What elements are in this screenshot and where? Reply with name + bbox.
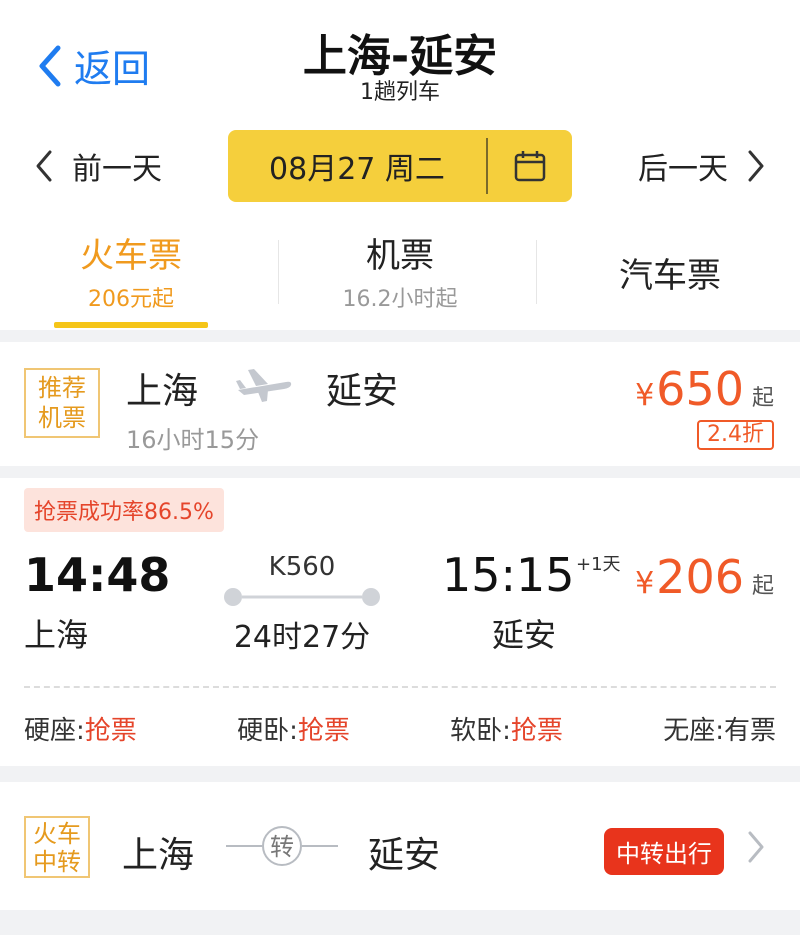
airplane-icon [236,369,292,402]
route-line [224,588,380,606]
seat-soft-sleeper[interactable]: 软卧:抢票 [450,710,563,747]
prev-day-label: 前一天 [72,152,162,187]
recommend-flight-badge: 推荐 机票 [24,368,100,438]
train-duration: 24时27分 [233,620,371,655]
price-amount: 206 [656,550,744,604]
calendar-icon[interactable] [488,149,572,183]
price-suffix: 起 [751,574,774,599]
tab-train-label: 火车票 [80,236,182,276]
badge-line-2: 中转 [33,848,81,876]
seat-name: 硬座: [24,716,85,746]
seat-name: 硬卧: [237,716,298,746]
train-card[interactable]: 抢票成功率86.5% 14:48 上海 K560 24时27分 15:15 +1… [0,478,800,766]
seat-availability: 硬座:抢票 硬卧:抢票 软卧:抢票 无座:有票 [24,710,776,747]
selected-date: 08月27 周二 [269,152,445,187]
chevron-right-icon [748,150,764,182]
transfer-via-label: 转 [270,833,294,861]
prev-day-button[interactable]: 前一天 [34,130,162,202]
train-number: K560 [268,552,336,582]
transfer-from: 上海 [122,835,195,876]
transfer-to: 延安 [368,835,441,876]
currency-symbol: ¥ [635,566,655,601]
tab-flight[interactable]: 机票 16.2小时起 [300,228,500,313]
tab-divider [278,240,279,304]
seat-status: 有票 [723,716,776,746]
arrive-station: 延安 [492,616,557,654]
seat-name: 软卧: [450,716,511,746]
seat-name: 无座: [663,716,724,746]
flight-duration: 16小时15分 [126,426,260,454]
flight-recommendation-card[interactable]: 推荐 机票 上海 延安 16小时15分 ¥ 650 起 2.4折 [0,342,800,466]
depart-time: 14:48 [24,548,171,602]
next-day-button[interactable]: 后一天 [638,130,766,202]
price-suffix: 起 [751,386,774,411]
dashed-divider [24,686,776,688]
badge-line-2: 机票 [38,404,86,432]
train-transfer-badge: 火车 中转 [24,816,90,878]
chevron-left-icon [36,150,52,182]
chevron-right-icon [748,831,764,863]
flight-to: 延安 [326,371,399,412]
depart-station: 上海 [24,616,89,654]
train-transfer-card[interactable]: 火车 中转 上海 转 延安 中转出行 [0,782,800,910]
day-offset: +1天 [576,554,621,575]
tab-flight-label: 机票 [366,236,434,276]
seat-no-seat[interactable]: 无座:有票 [663,710,776,747]
tab-bus[interactable]: 汽车票 [590,248,750,297]
discount-badge: 2.4折 [697,420,774,450]
date-picker[interactable]: 08月27 周二 [228,130,572,202]
flight-price: ¥ 650 起 [635,362,774,416]
price-amount: 650 [656,362,744,416]
seat-status: 抢票 [84,716,137,746]
flight-from: 上海 [126,371,199,412]
tab-flight-sub: 16.2小时起 [342,287,458,312]
next-day-label: 后一天 [638,152,728,187]
seat-hard-sleeper[interactable]: 硬卧:抢票 [237,710,350,747]
tab-train[interactable]: 火车票 206元起 [54,228,208,313]
success-rate-badge: 抢票成功率86.5% [24,488,224,532]
currency-symbol: ¥ [635,378,655,413]
tab-bus-label: 汽车票 [619,256,721,296]
badge-line-1: 推荐 [38,374,86,402]
tab-divider [536,240,537,304]
transfer-button[interactable]: 中转出行 [604,828,724,875]
header: 返回 上海-延安 1趟列车 前一天 08月27 周二 后一天 火车票 206元起 [0,0,800,330]
badge-line-1: 火车 [33,820,81,848]
train-price: ¥ 206 起 [635,550,774,604]
arrive-time: 15:15 [442,548,575,602]
seat-hard-seat[interactable]: 硬座:抢票 [24,710,137,747]
seat-status: 抢票 [510,716,563,746]
tab-train-sub: 206元起 [88,287,174,312]
active-tab-indicator [54,322,208,328]
transfer-route-icon: 转 [226,826,338,866]
page-subtitle: 1趟列车 [360,80,440,105]
seat-status: 抢票 [297,716,350,746]
